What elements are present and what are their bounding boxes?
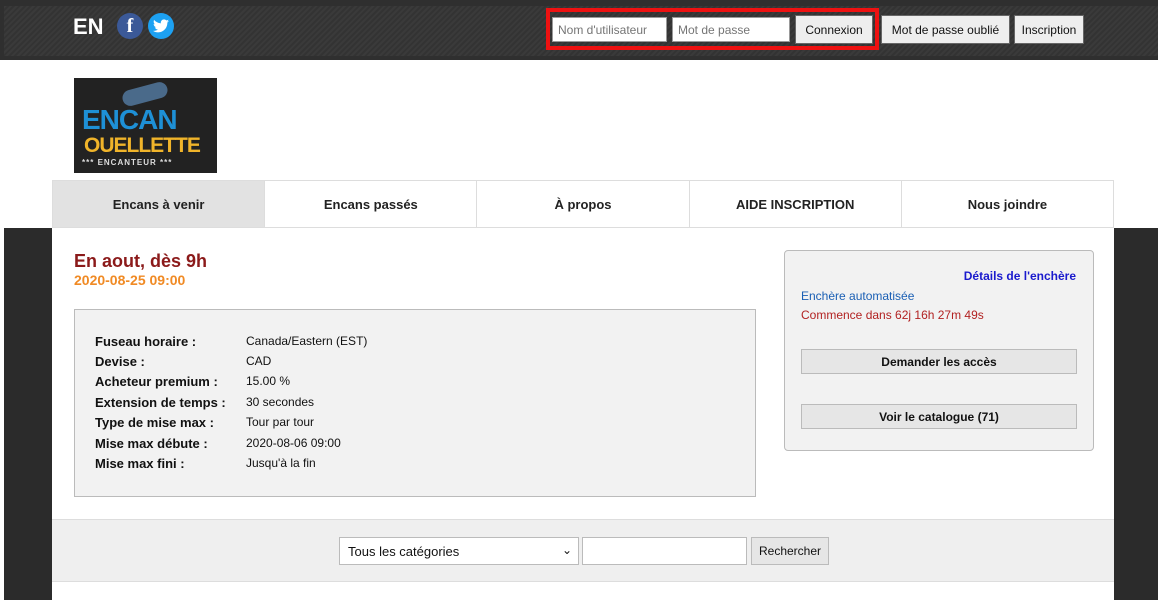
view-catalog-button[interactable]: Voir le catalogue (71) [801, 404, 1077, 429]
info-label: Mise max fini : [95, 456, 185, 471]
search-input[interactable] [582, 537, 747, 565]
twitter-icon[interactable] [148, 13, 174, 39]
auction-details-link[interactable]: Détails de l'enchère [964, 269, 1076, 283]
logo-text-encanteur: *** ENCANTEUR *** [82, 158, 173, 167]
auction-title[interactable]: En aout, dès 9h [74, 251, 207, 272]
username-input[interactable] [552, 17, 667, 42]
tab-upcoming-auctions[interactable]: Encans à venir [53, 181, 266, 227]
register-button[interactable]: Inscription [1014, 15, 1084, 44]
site-logo[interactable]: ENCAN OUELLETTE *** ENCANTEUR *** [74, 78, 217, 173]
password-input[interactable] [672, 17, 790, 42]
search-button[interactable]: Rechercher [751, 537, 829, 565]
forgot-password-button[interactable]: Mot de passe oublié [881, 15, 1010, 44]
info-value: 30 secondes [246, 395, 315, 409]
left-margin [4, 228, 52, 600]
category-select[interactable]: Tous les catégories ⌄ [339, 537, 579, 565]
category-select-value: Tous les catégories [348, 543, 460, 559]
facebook-icon[interactable]: f [117, 13, 143, 39]
info-value: 2020-08-06 09:00 [246, 436, 341, 450]
info-label: Devise : [95, 354, 145, 369]
chevron-down-icon: ⌄ [561, 543, 572, 557]
info-label: Type de mise max : [95, 415, 214, 430]
language-toggle[interactable]: EN [73, 14, 104, 40]
auction-date: 2020-08-25 09:00 [74, 272, 186, 288]
request-access-button[interactable]: Demander les accès [801, 349, 1077, 374]
logo-text-encan: ENCAN [82, 104, 178, 135]
info-value: CAD [246, 354, 272, 368]
info-value: Jusqu'à la fin [246, 456, 316, 470]
info-value: 15.00 % [246, 374, 291, 388]
info-label: Mise max débute : [95, 436, 208, 451]
tab-contact[interactable]: Nous joindre [902, 181, 1113, 227]
right-margin [1114, 228, 1158, 600]
info-label: Fuseau horaire : [95, 334, 197, 349]
info-value: Tour par tour [246, 415, 315, 429]
info-label: Extension de temps : [95, 395, 226, 410]
main-nav: Encans à venir Encans passés À propos AI… [52, 180, 1114, 228]
auction-countdown: Commence dans 62j 16h 27m 49s [801, 308, 984, 322]
login-button[interactable]: Connexion [795, 15, 873, 44]
tab-registration-help[interactable]: AIDE INSCRIPTION [690, 181, 902, 227]
tab-about[interactable]: À propos [477, 181, 690, 227]
auction-type: Enchère automatisée [801, 289, 915, 303]
logo-text-ouellette: OUELLETTE [84, 134, 201, 157]
info-label: Acheteur premium : [95, 374, 218, 389]
tab-past-auctions[interactable]: Encans passés [265, 181, 478, 227]
info-value: Canada/Eastern (EST) [246, 334, 368, 348]
